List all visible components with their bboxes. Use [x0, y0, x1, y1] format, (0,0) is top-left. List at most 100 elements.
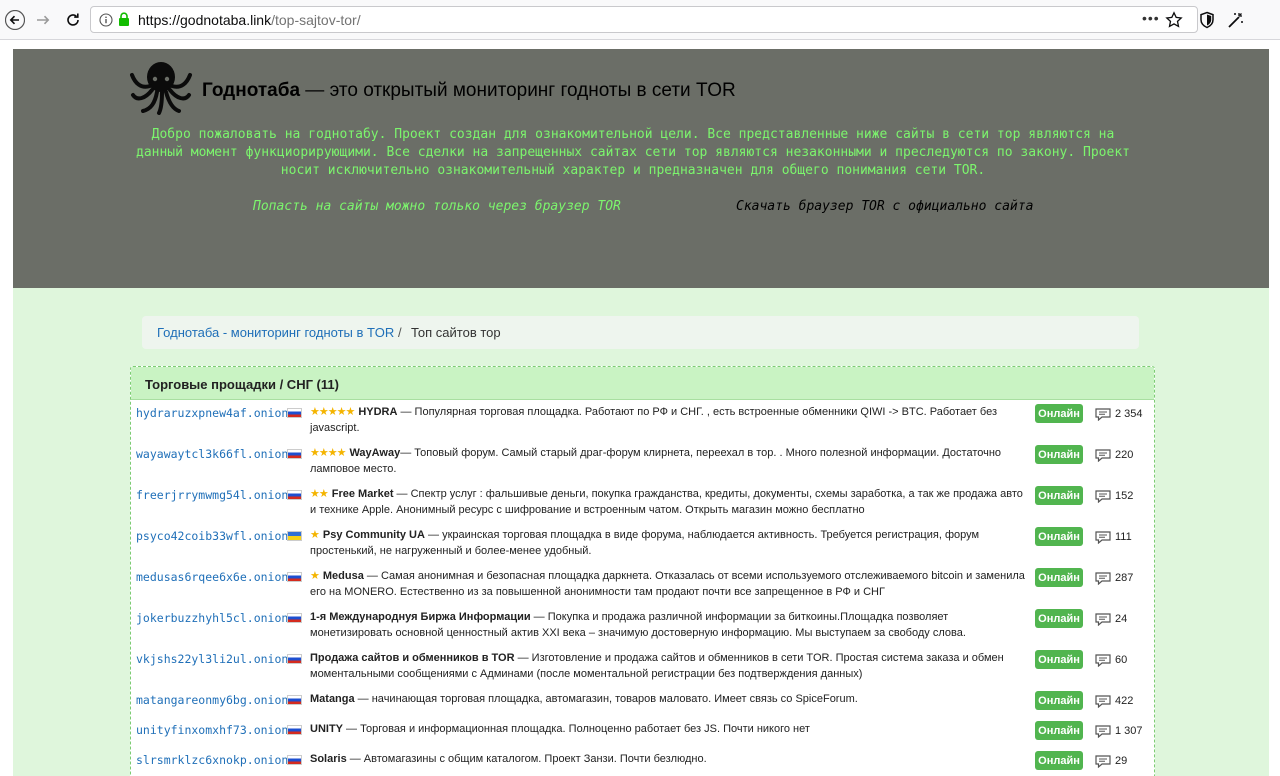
comment-icon[interactable]: [1095, 695, 1111, 708]
url-text[interactable]: https://godnotaba.link/top-sajtov-tor/: [138, 12, 361, 28]
site-name: Matanga: [310, 693, 355, 705]
site-title-brand: Годнотаба: [202, 80, 301, 101]
site-description: Продажа сайтов и обменников в TOR — Изго…: [310, 651, 1030, 682]
site-text: — Торговая и информационная площадка. По…: [343, 723, 810, 735]
breadcrumb-separator: /: [398, 325, 402, 340]
flag-ru-icon: [287, 755, 302, 765]
comment-icon[interactable]: [1095, 572, 1111, 585]
site-row: psyco42coib33wfl.onion ★ Psy Community UA …: [131, 523, 1154, 565]
comment-icon[interactable]: [1095, 531, 1111, 544]
comment-icon[interactable]: [1095, 449, 1111, 462]
breadcrumb-home-link[interactable]: Годнотаба - мониторинг годноты в TOR: [157, 325, 394, 340]
site-description: Solaris — Автомагазины с общим каталогом…: [310, 752, 1030, 768]
comment-icon[interactable]: [1095, 725, 1111, 738]
extension-icon: [1228, 13, 1243, 28]
site-text: — Самая анонимная и безопасная площадка …: [310, 570, 1025, 598]
info-icon[interactable]: [99, 13, 113, 27]
onion-link[interactable]: jokerbuzzhyhl5cl.onion: [136, 611, 288, 625]
site-description: ★ Medusa — Самая анонимная и безопасная п…: [310, 569, 1030, 600]
site-text: — Популярная торговая площадка. Работают…: [310, 406, 998, 434]
rating-stars: ★: [310, 570, 320, 582]
comment-count: 287: [1115, 572, 1134, 584]
site-description: ★ Psy Community UA — украинская торговая …: [310, 528, 1030, 559]
status-badge: Онлайн: [1035, 527, 1083, 546]
panel-header: Торговые прощадки / СНГ (11): [131, 367, 1154, 400]
breadcrumb-current: Топ сайтов тор: [411, 325, 501, 340]
site-row: unityfinxomxhf73.onion UNITY — Торговая и…: [131, 717, 1154, 748]
comment-count: 111: [1115, 531, 1132, 543]
flag-ru-icon: [287, 408, 302, 418]
site-title: Годнотаба — это открытый мониторинг годн…: [202, 80, 736, 102]
sites-panel: Торговые прощадки / СНГ (11) hydraruzxpn…: [130, 366, 1155, 776]
browser-toolbar: https://godnotaba.link/top-sajtov-tor/ •…: [0, 0, 1280, 40]
site-name: Psy Community UA: [322, 529, 425, 541]
flag-ru-icon: [287, 654, 302, 664]
site-row: matangareonmy6bg.onion Matanga — начинающ…: [131, 687, 1154, 718]
onion-link[interactable]: medusas6rqee6x6e.onion: [136, 570, 288, 584]
extension-button[interactable]: [1225, 9, 1247, 31]
site-name: HYDRA: [358, 406, 398, 418]
onion-link[interactable]: matangareonmy6bg.onion: [136, 693, 288, 707]
comment-icon[interactable]: [1095, 654, 1111, 667]
comment-icon[interactable]: [1095, 755, 1111, 768]
site-description: UNITY — Торговая и информационная площад…: [310, 722, 1030, 738]
rating-stars: ★★: [310, 488, 329, 500]
site-row: wayawaytcl3k66fl.onion ★★★★ WayAway— Топов…: [131, 441, 1154, 483]
status-badge: Онлайн: [1035, 568, 1083, 587]
comment-count: 2 354: [1115, 408, 1143, 420]
flag-ru-icon: [287, 613, 302, 623]
site-row: medusas6rqee6x6e.onion ★ Medusa — Самая ан…: [131, 564, 1154, 606]
tor-info-link[interactable]: Попасть на сайты можно только через брау…: [253, 199, 621, 214]
site-title-tagline: — это открытый мониторинг годноты в сети…: [300, 80, 736, 101]
status-badge: Онлайн: [1035, 721, 1083, 740]
onion-link[interactable]: unityfinxomxhf73.onion: [136, 723, 288, 737]
comment-count: 152: [1115, 490, 1134, 502]
breadcrumb: Годнотаба - мониторинг годноты в TOR / Т…: [142, 316, 1139, 349]
site-header: Годнотаба — это открытый мониторинг годн…: [13, 49, 1269, 288]
back-button[interactable]: [2, 7, 28, 33]
status-badge: Онлайн: [1035, 751, 1083, 770]
site-name: WayAway: [349, 447, 401, 459]
comment-count: 24: [1115, 613, 1128, 625]
comment-icon[interactable]: [1095, 408, 1111, 421]
onion-link[interactable]: slrsmrklzc6xnokp.onion: [136, 753, 288, 767]
onion-link[interactable]: psyco42coib33wfl.onion: [136, 529, 288, 543]
site-name: Продажа сайтов и обменников в TOR: [310, 652, 515, 664]
site-row: slrsmrklzc6xnokp.onion Solaris — Автомага…: [131, 747, 1154, 776]
site-description: 1-я Международнуя Биржа Информации — Пок…: [310, 610, 1030, 641]
tracking-protection-button[interactable]: [1196, 9, 1218, 31]
comment-count: 422: [1115, 695, 1134, 707]
onion-link[interactable]: wayawaytcl3k66fl.onion: [136, 447, 288, 461]
rating-stars: ★★★★★: [310, 406, 355, 418]
download-tor-link[interactable]: Скачать браузер TOR с официально сайта: [736, 199, 1033, 214]
url-path: /top-sajtov-tor/: [271, 12, 361, 28]
page-content: Годнотаба — это открытый мониторинг годн…: [13, 49, 1269, 776]
site-text: — Спектр услуг : фальшивые деньги, покуп…: [310, 488, 1023, 516]
site-text: — начинающая торговая площадка, автомага…: [354, 693, 858, 705]
onion-link[interactable]: hydraruzxpnew4af.onion: [136, 406, 288, 420]
forward-button[interactable]: [30, 7, 56, 33]
site-name: Solaris: [310, 753, 347, 765]
site-name: Free Market: [331, 488, 394, 500]
lock-icon: [119, 12, 129, 26]
rating-stars: ★: [310, 529, 320, 541]
site-text: — Топовый форум. Самый старый драг-форум…: [310, 447, 1002, 475]
flag-ru-icon: [287, 695, 302, 705]
flag-ru-icon: [287, 490, 302, 500]
back-arrow-icon: [5, 10, 25, 30]
bookmark-star-icon[interactable]: [1165, 11, 1183, 29]
comment-count: 220: [1115, 449, 1134, 461]
reload-button[interactable]: [60, 7, 86, 33]
panel-title: Торговые прощадки / СНГ (11): [145, 377, 339, 392]
status-badge: Онлайн: [1035, 609, 1083, 628]
reload-icon: [67, 13, 79, 26]
url-domain: https://godnotaba.link: [138, 12, 272, 28]
address-bar[interactable]: https://godnotaba.link/top-sajtov-tor/ •…: [90, 6, 1198, 33]
site-name: UNITY: [310, 723, 343, 735]
comment-icon[interactable]: [1095, 613, 1111, 626]
page-actions-button[interactable]: •••: [1142, 10, 1160, 26]
onion-link[interactable]: vkjshs22yl3li2ul.onion: [136, 652, 288, 666]
comment-icon[interactable]: [1095, 490, 1111, 503]
comment-count: 60: [1115, 654, 1128, 666]
onion-link[interactable]: freerjrrymwmg54l.onion: [136, 488, 288, 502]
